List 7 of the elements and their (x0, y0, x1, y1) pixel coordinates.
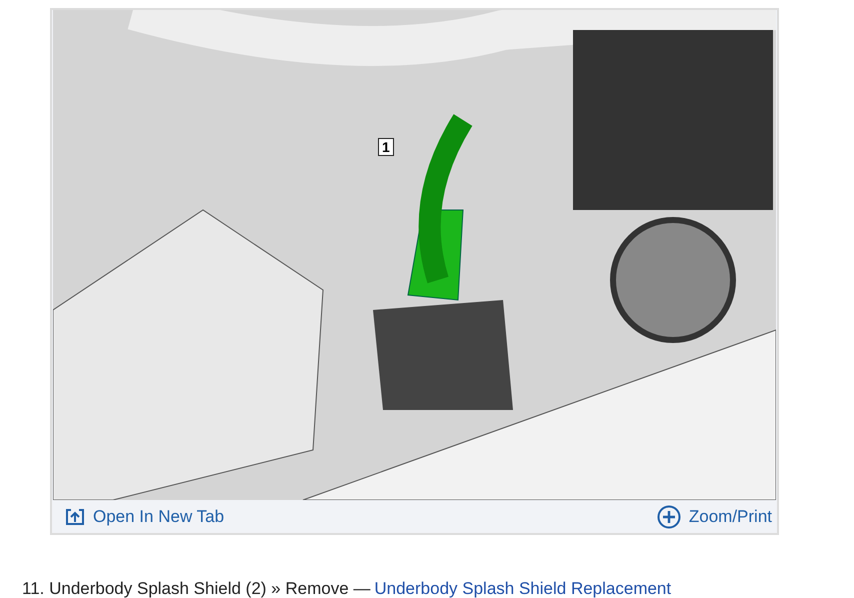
zoom-print-link[interactable]: Zoom/Print (656, 504, 772, 528)
plus-circle-icon (656, 504, 681, 528)
open-tab-icon (65, 508, 85, 526)
callout-label: 1 (378, 138, 394, 156)
open-in-new-tab-link[interactable]: Open In New Tab (65, 506, 224, 526)
step-text: 11. Underbody Splash Shield (2) » Remove — (22, 579, 370, 598)
replacement-link[interactable]: Underbody Splash Shield Replacement (374, 579, 672, 598)
